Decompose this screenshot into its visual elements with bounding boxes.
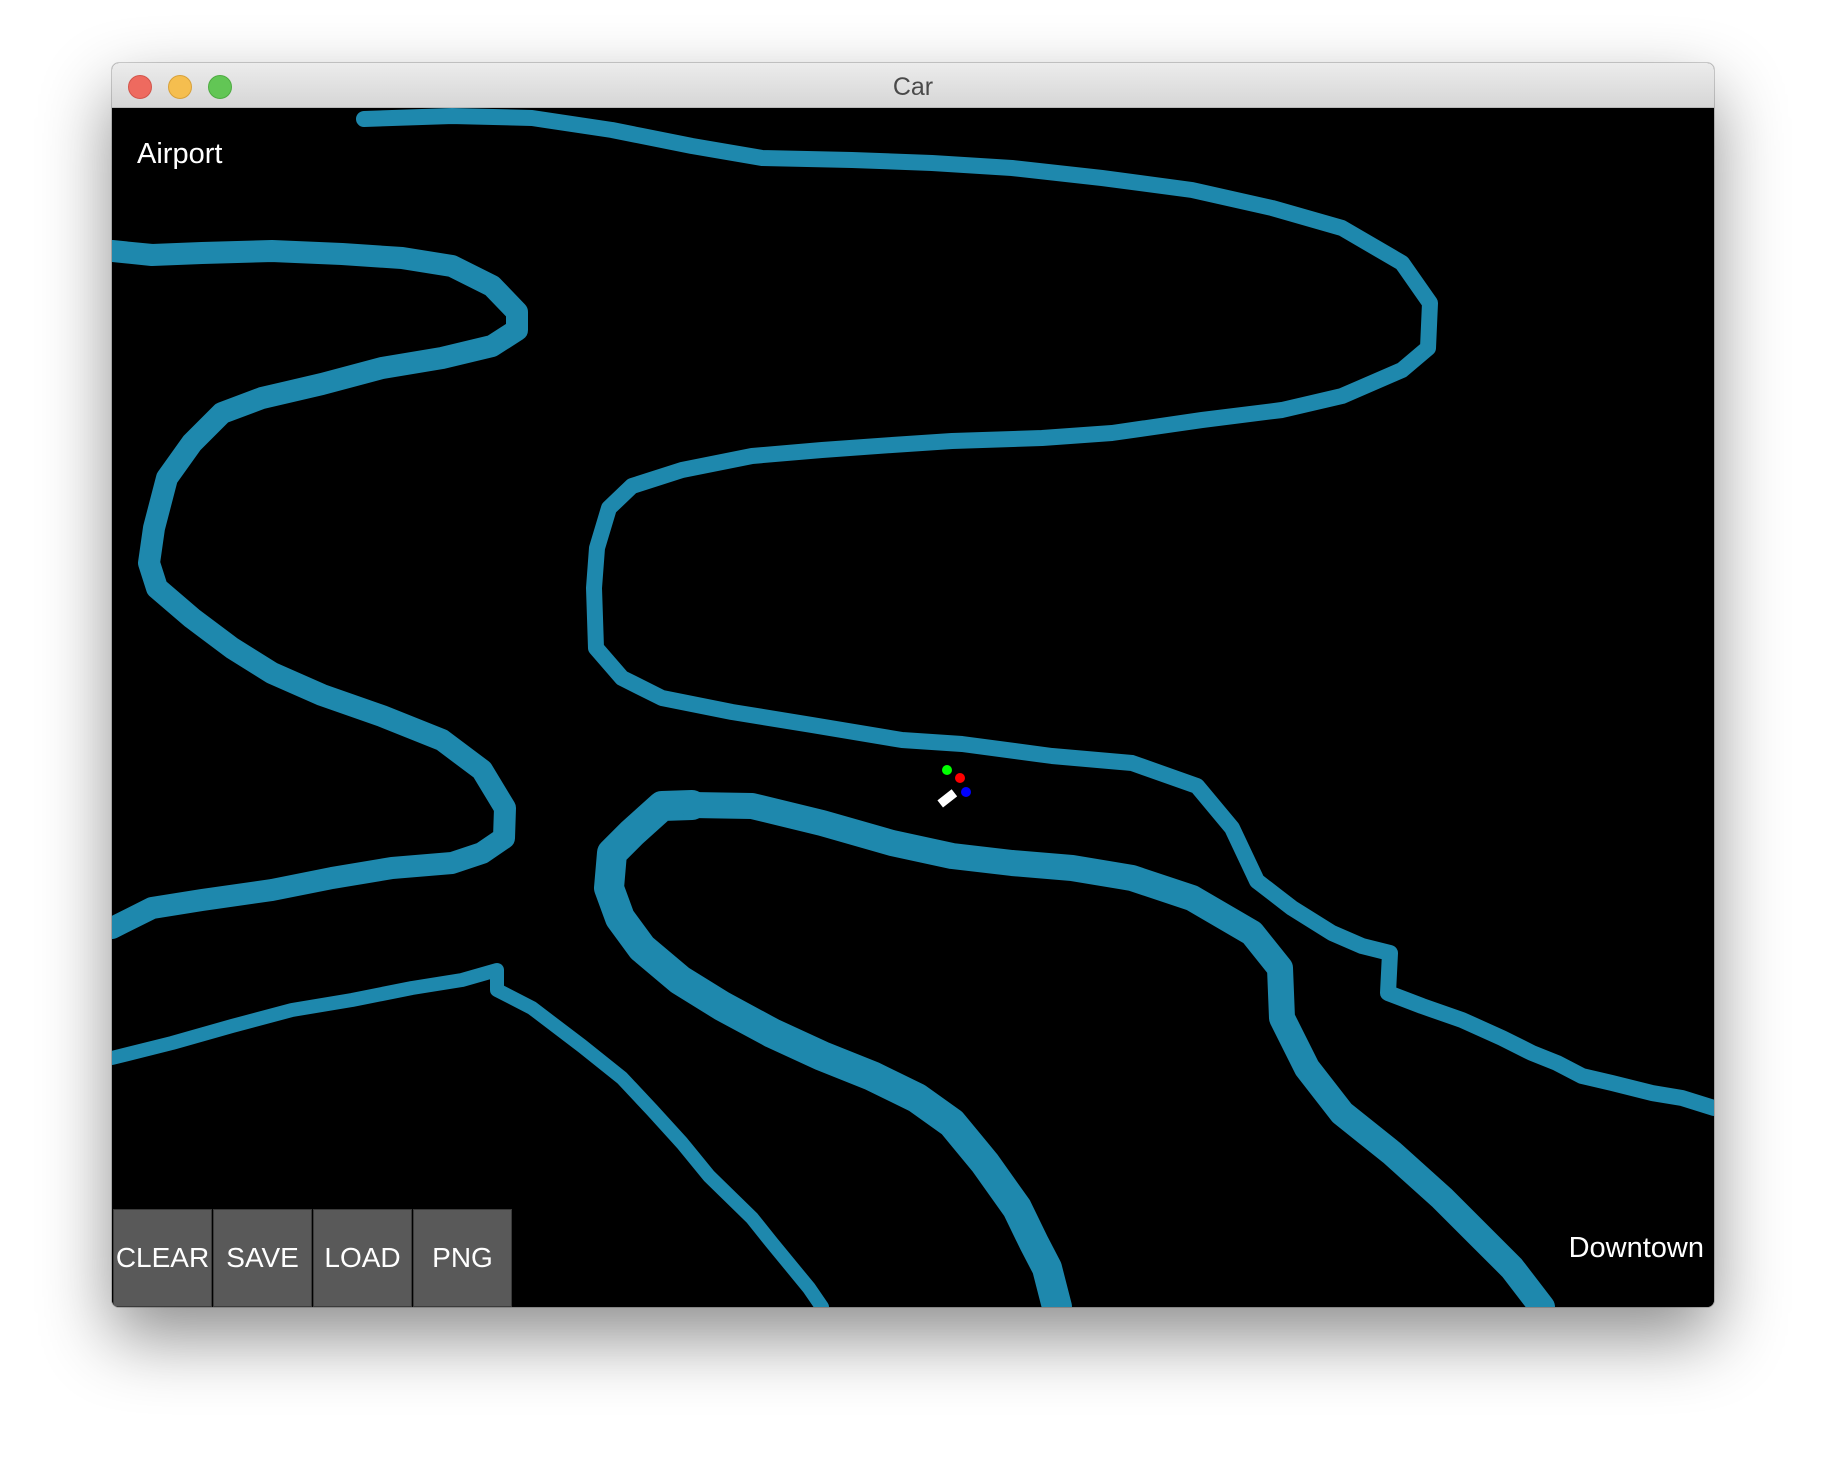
- airport-label: Airport: [137, 138, 223, 170]
- sand-map: [112, 108, 1714, 1307]
- title-bar[interactable]: Car: [112, 63, 1714, 108]
- clear-button[interactable]: CLEAR: [113, 1209, 212, 1307]
- sand-stroke: [356, 108, 1714, 1116]
- drawing-canvas[interactable]: Airport Downtown CLEAR SAVE LOAD PNG: [112, 108, 1714, 1307]
- png-button[interactable]: PNG: [413, 1209, 512, 1307]
- sand-stroke: [594, 790, 1072, 1307]
- car: [937, 765, 971, 808]
- app-window: Car Airport Downtown CLEAR SAVE LOAD PNG: [112, 63, 1714, 1307]
- save-button[interactable]: SAVE: [213, 1209, 312, 1307]
- downtown-label: Downtown: [1568, 1232, 1704, 1264]
- toolbar: CLEAR SAVE LOAD PNG: [113, 1209, 513, 1307]
- car-sensor-blue: [961, 787, 971, 797]
- window-title: Car: [892, 73, 934, 101]
- load-button[interactable]: LOAD: [313, 1209, 412, 1307]
- sand-strokes: [112, 108, 1714, 1307]
- car-body: [937, 789, 958, 808]
- car-sensor-green: [942, 765, 952, 775]
- sand-stroke: [112, 240, 528, 939]
- car-sensor-red: [955, 773, 965, 783]
